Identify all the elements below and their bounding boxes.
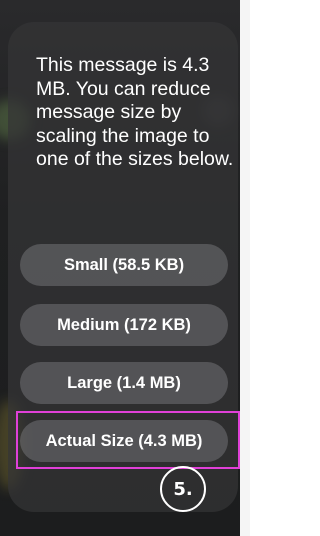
step-number-badge: 5. [160, 466, 206, 512]
small-size-button[interactable]: Small (58.5 KB) [20, 244, 228, 286]
medium-size-button[interactable]: Medium (172 KB) [20, 304, 228, 346]
size-reduction-message: This message is 4.3 MB. You can reduce m… [36, 54, 234, 170]
large-size-button[interactable]: Large (1.4 MB) [20, 362, 228, 404]
background-screen: This message is 4.3 MB. You can reduce m… [0, 0, 250, 536]
step-highlight-box [16, 411, 240, 469]
screen-edge [240, 0, 250, 536]
